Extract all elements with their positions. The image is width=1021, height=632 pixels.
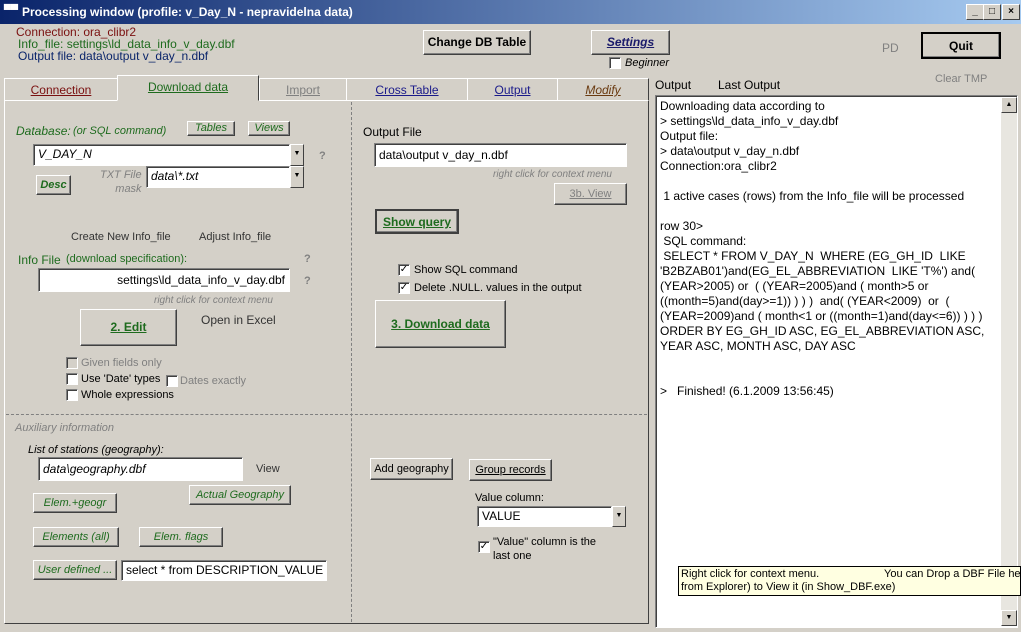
add-geography-button[interactable]: Add geography [370,458,453,480]
panel-divider-vertical [351,102,352,622]
info-file-help-top[interactable]: ? [304,253,311,265]
output-log[interactable]: Downloading data according to > settings… [655,95,1018,628]
database-help[interactable]: ? [319,150,326,162]
whole-expressions-checkbox[interactable] [66,389,78,401]
show-sql-label: Show SQL command [414,264,518,276]
dates-exactly-checkbox[interactable] [166,375,178,387]
value-last-checkbox[interactable]: ✓ [478,541,490,553]
given-fields-checkbox[interactable] [66,357,78,369]
tab-last-output[interactable]: Last Output [718,78,780,92]
open-in-excel-link[interactable]: Open in Excel [201,313,276,327]
value-column-label: Value column: [475,492,544,504]
tab-connection[interactable]: Connection [4,78,118,101]
adjust-info-file-link[interactable]: Adjust Info_file [199,231,271,243]
stations-input[interactable]: data\geography.dbf [38,457,243,481]
info-file-hint: (download specification): [66,253,188,265]
tab-output-log[interactable]: Output [655,78,691,92]
beginner-label: Beginner [625,57,670,69]
context-tooltip: Right click for context menu. You can Dr… [678,566,1021,596]
tables-button[interactable]: Tables [187,121,235,136]
dates-exactly-label: Dates exactly [180,375,247,387]
use-date-label: Use 'Date' types [81,373,161,385]
tab-modify[interactable]: Modify [557,78,649,101]
pd-label: PD [882,41,899,55]
info-file-label: Info File [18,253,61,267]
tab-output[interactable]: Output [467,78,558,101]
output-context-hint: right click for context menu [493,169,612,180]
maximize-button[interactable]: □ [983,4,1001,20]
database-label: Database: [16,124,71,138]
actual-geography-button[interactable]: Actual Geography [189,485,291,505]
beginner-checkbox[interactable] [609,57,621,69]
edit-button[interactable]: 2. Edit [80,309,177,346]
change-db-table-button[interactable]: Change DB Table [423,30,531,55]
quit-button[interactable]: Quit [921,32,1001,59]
aux-title: Auxiliary information [15,422,115,434]
info-file-input[interactable]: settings\ld_data_info_v_day.dbf [38,268,290,292]
window-title: Processing window (profile: v_Day_N - ne… [22,5,353,19]
delete-null-checkbox[interactable]: ✓ [398,282,410,294]
settings-button[interactable]: Settings [591,30,670,55]
tab-import[interactable]: Import [259,78,347,101]
download-data-button[interactable]: 3. Download data [375,300,506,348]
tab-cross-table[interactable]: Cross Table [346,78,468,101]
output-file-input[interactable]: data\output v_day_n.dbf [374,143,627,167]
show-sql-checkbox[interactable]: ✓ [398,264,410,276]
minimize-button[interactable]: _ [966,4,984,20]
delete-null-label: Delete .NULL. values in the output [414,282,582,294]
given-fields-label: Given fields only [81,357,162,369]
database-dropdown-arrow[interactable]: ▼ [290,144,304,166]
tooltip-left-text: Right click for context menu. [681,568,820,580]
title-bar: ▀▀ Processing window (profile: v_Day_N -… [0,0,1021,24]
create-info-file-link[interactable]: Create New Info_file [71,231,171,243]
use-date-checkbox[interactable] [66,373,78,385]
tooltip-right-text: You can Drop a DBF File here [884,568,1021,580]
clear-tmp-button[interactable]: Clear TMP [935,73,987,85]
txt-file-mask-label: TXT File mask [100,169,142,195]
scroll-up-arrow[interactable]: ▲ [1001,97,1017,113]
value-column-select[interactable]: VALUE [477,506,612,527]
output-file-label: Output File [363,125,422,139]
tab-download-data[interactable]: Download data [117,75,259,101]
show-query-button[interactable]: Show query [375,209,459,234]
output-log-text: Downloading data according to > settings… [660,99,985,398]
elem-flags-button[interactable]: Elem. flags [139,527,223,547]
app-icon[interactable]: ▀▀ [3,4,19,18]
view-3b-button[interactable]: 3b. View [554,183,627,205]
output-scrollbar[interactable]: ▲ ▼ [1001,97,1017,626]
stations-view-link[interactable]: View [256,463,280,475]
user-defined-button[interactable]: User defined ... [33,560,117,580]
output-file-info: Output file: data\output v_day_n.dbf [18,49,209,63]
scroll-down-arrow[interactable]: ▼ [1001,610,1017,626]
views-button[interactable]: Views [248,121,290,136]
value-column-dropdown-arrow[interactable]: ▼ [612,506,626,527]
txt-mask-input[interactable]: data\*.txt [146,166,290,188]
user-sql-input[interactable]: select * from DESCRIPTION_VALUE [121,560,327,581]
info-context-hint: right click for context menu [154,295,273,306]
database-select[interactable]: V_DAY_N [33,144,290,166]
stations-label: List of stations (geography): [28,444,164,456]
whole-expressions-label: Whole expressions [81,389,174,401]
info-file-help[interactable]: ? [304,275,311,287]
elements-all-button[interactable]: Elements (all) [33,527,119,547]
close-button[interactable]: × [1002,4,1020,20]
panel-divider-horizontal [6,414,647,415]
desc-button[interactable]: Desc [36,175,71,195]
database-hint: (or SQL command) [73,125,167,137]
txt-mask-dropdown-arrow[interactable]: ▼ [290,166,304,188]
tooltip-line2: from Explorer) to View it (in Show_DBF.e… [681,581,896,593]
elem-geogr-button[interactable]: Elem.+geogr [33,493,117,513]
value-last-label: "Value" column is the last one [493,536,596,562]
group-records-button[interactable]: Group records [469,459,552,481]
